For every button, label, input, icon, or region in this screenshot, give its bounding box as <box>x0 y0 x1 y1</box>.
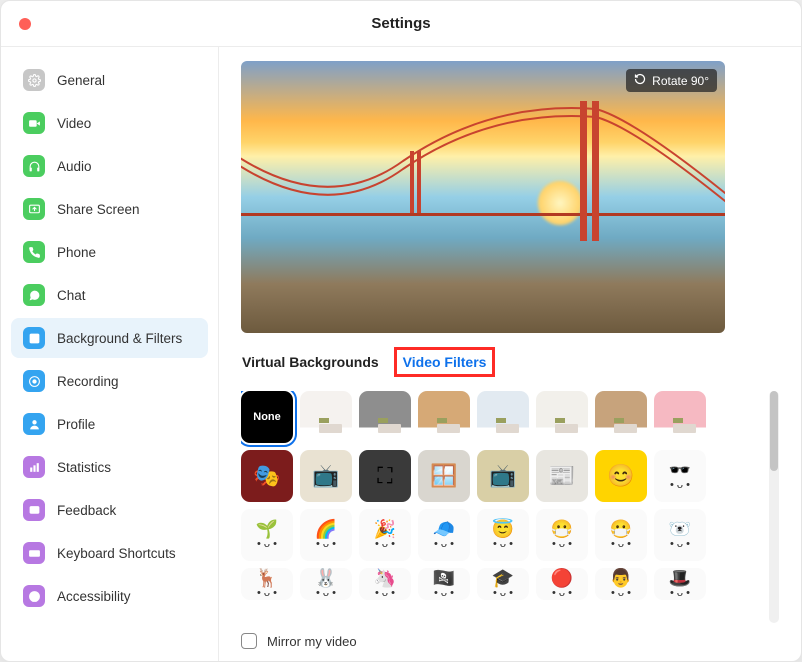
filter-grad-cap[interactable]: 🎓• ᴗ • <box>477 568 529 600</box>
sidebar-item-label: Share Screen <box>57 202 140 217</box>
filter-room-pink[interactable] <box>654 391 706 443</box>
filter-sprout[interactable]: 🌱• ᴗ • <box>241 509 293 561</box>
filter-theater[interactable]: 🎭 <box>241 450 293 502</box>
sidebar-item-chat[interactable]: Chat <box>11 275 208 315</box>
sidebar-item-video[interactable]: Video <box>11 103 208 143</box>
feedback-icon <box>23 499 45 521</box>
sidebar-item-label: Video <box>57 116 91 131</box>
sidebar-item-profile[interactable]: Profile <box>11 404 208 444</box>
gear-icon <box>23 69 45 91</box>
filter-party[interactable]: 🎉• ᴗ • <box>359 509 411 561</box>
sidebar-item-share-screen[interactable]: Share Screen <box>11 189 208 229</box>
scrollbar[interactable] <box>769 391 779 623</box>
filter-rainbow[interactable]: 🌈• ᴗ • <box>300 509 352 561</box>
sidebar-item-background-filters[interactable]: Background & Filters <box>11 318 208 358</box>
sidebar-item-label: Audio <box>57 159 92 174</box>
sidebar-item-label: Feedback <box>57 503 116 518</box>
filter-pirate[interactable]: 🏴‍☠️• ᴗ • <box>418 568 470 600</box>
sidebar-item-label: General <box>57 73 105 88</box>
sidebar-item-label: Chat <box>57 288 86 303</box>
sidebar-item-label: Accessibility <box>57 589 131 604</box>
sidebar-item-label: Keyboard Shortcuts <box>57 546 176 561</box>
filter-bear[interactable]: 🐻‍❄️• ᴗ • <box>654 509 706 561</box>
rotate-label: Rotate 90° <box>652 74 709 88</box>
sidebar-item-phone[interactable]: Phone <box>11 232 208 272</box>
mirror-video-checkbox[interactable] <box>241 633 257 649</box>
sidebar-item-general[interactable]: General <box>11 60 208 100</box>
scrollbar-thumb[interactable] <box>770 391 778 471</box>
filter-mustache[interactable]: 👨• ᴗ • <box>595 568 647 600</box>
titlebar: Settings <box>1 1 801 47</box>
filter-cap[interactable]: 🧢• ᴗ • <box>418 509 470 561</box>
filter-beret[interactable]: 🔴• ᴗ • <box>536 568 588 600</box>
sidebar-item-audio[interactable]: Audio <box>11 146 208 186</box>
main-panel: Rotate 90° Virtual Backgrounds Video Fil… <box>219 47 801 661</box>
tab-video-filters[interactable]: Video Filters <box>394 347 496 377</box>
sidebar-item-label: Statistics <box>57 460 111 475</box>
sidebar-item-label: Profile <box>57 417 95 432</box>
filter-room-light[interactable] <box>536 391 588 443</box>
filter-room-cool[interactable] <box>477 391 529 443</box>
phone-icon <box>23 241 45 263</box>
filter-room-gray[interactable] <box>359 391 411 443</box>
sidebar-item-keyboard-shortcuts[interactable]: Keyboard Shortcuts <box>11 533 208 573</box>
settings-window: Settings General Video Audio Share Screen Ph… <box>0 0 802 662</box>
filter-none-label: None <box>253 411 281 423</box>
filters-grid: None🎭📺⛶🪟📺📰😊🕶️• ᴗ •🌱• ᴗ •🌈• ᴗ •🎉• ᴗ •🧢• ᴗ… <box>241 391 761 623</box>
headphones-icon <box>23 155 45 177</box>
sidebar-item-label: Phone <box>57 245 96 260</box>
tab-virtual-backgrounds[interactable]: Virtual Backgrounds <box>241 352 380 372</box>
window-title: Settings <box>1 15 801 32</box>
filter-vintage-tv[interactable]: 📺 <box>477 450 529 502</box>
sidebar-item-feedback[interactable]: Feedback <box>11 490 208 530</box>
filter-room-white[interactable] <box>300 391 352 443</box>
profile-icon <box>23 413 45 435</box>
stats-icon <box>23 456 45 478</box>
filter-deal-with-it[interactable]: 🕶️• ᴗ • <box>654 450 706 502</box>
filter-bunny-ears[interactable]: 🐰• ᴗ • <box>300 568 352 600</box>
preview-art <box>536 179 584 227</box>
window-body: General Video Audio Share Screen Phone Chat Ba… <box>1 47 801 661</box>
camera-icon <box>23 112 45 134</box>
mirror-video-label: Mirror my video <box>267 634 357 649</box>
filter-unicorn[interactable]: 🦄• ᴗ • <box>359 568 411 600</box>
sidebar-item-label: Background & Filters <box>57 331 182 346</box>
filter-none[interactable]: None <box>241 391 293 443</box>
footer: Mirror my video <box>241 633 779 651</box>
record-icon <box>23 370 45 392</box>
filter-room-beige[interactable] <box>595 391 647 443</box>
filter-antlers[interactable]: 🦌• ᴗ • <box>241 568 293 600</box>
filter-room-tan[interactable] <box>418 391 470 443</box>
filter-newspaper[interactable]: 📰 <box>536 450 588 502</box>
rotate-button[interactable]: Rotate 90° <box>626 69 717 92</box>
sidebar: General Video Audio Share Screen Phone Chat Ba… <box>1 47 219 661</box>
sidebar-item-label: Recording <box>57 374 119 389</box>
filter-focus-frame[interactable]: ⛶ <box>359 450 411 502</box>
share-icon <box>23 198 45 220</box>
accessibility-icon <box>23 585 45 607</box>
filter-retro-tv[interactable]: 📺 <box>300 450 352 502</box>
close-window-button[interactable] <box>19 18 31 30</box>
sidebar-item-recording[interactable]: Recording <box>11 361 208 401</box>
rotate-icon <box>634 73 646 88</box>
person-box-icon <box>23 327 45 349</box>
video-preview: Rotate 90° <box>241 61 725 333</box>
filter-detective[interactable]: 🎩• ᴗ • <box>654 568 706 600</box>
sidebar-item-statistics[interactable]: Statistics <box>11 447 208 487</box>
chat-icon <box>23 284 45 306</box>
sidebar-item-accessibility[interactable]: Accessibility <box>11 576 208 616</box>
filter-medical-mask[interactable]: 😷• ᴗ • <box>595 509 647 561</box>
tabs: Virtual Backgrounds Video Filters <box>241 347 779 377</box>
filter-surgical-mask[interactable]: 😷• ᴗ • <box>536 509 588 561</box>
filter-window[interactable]: 🪟 <box>418 450 470 502</box>
keyboard-icon <box>23 542 45 564</box>
filter-emoji-frame[interactable]: 😊 <box>595 450 647 502</box>
filters-area: None🎭📺⛶🪟📺📰😊🕶️• ᴗ •🌱• ᴗ •🌈• ᴗ •🎉• ᴗ •🧢• ᴗ… <box>241 391 779 623</box>
filter-halo[interactable]: 😇• ᴗ • <box>477 509 529 561</box>
